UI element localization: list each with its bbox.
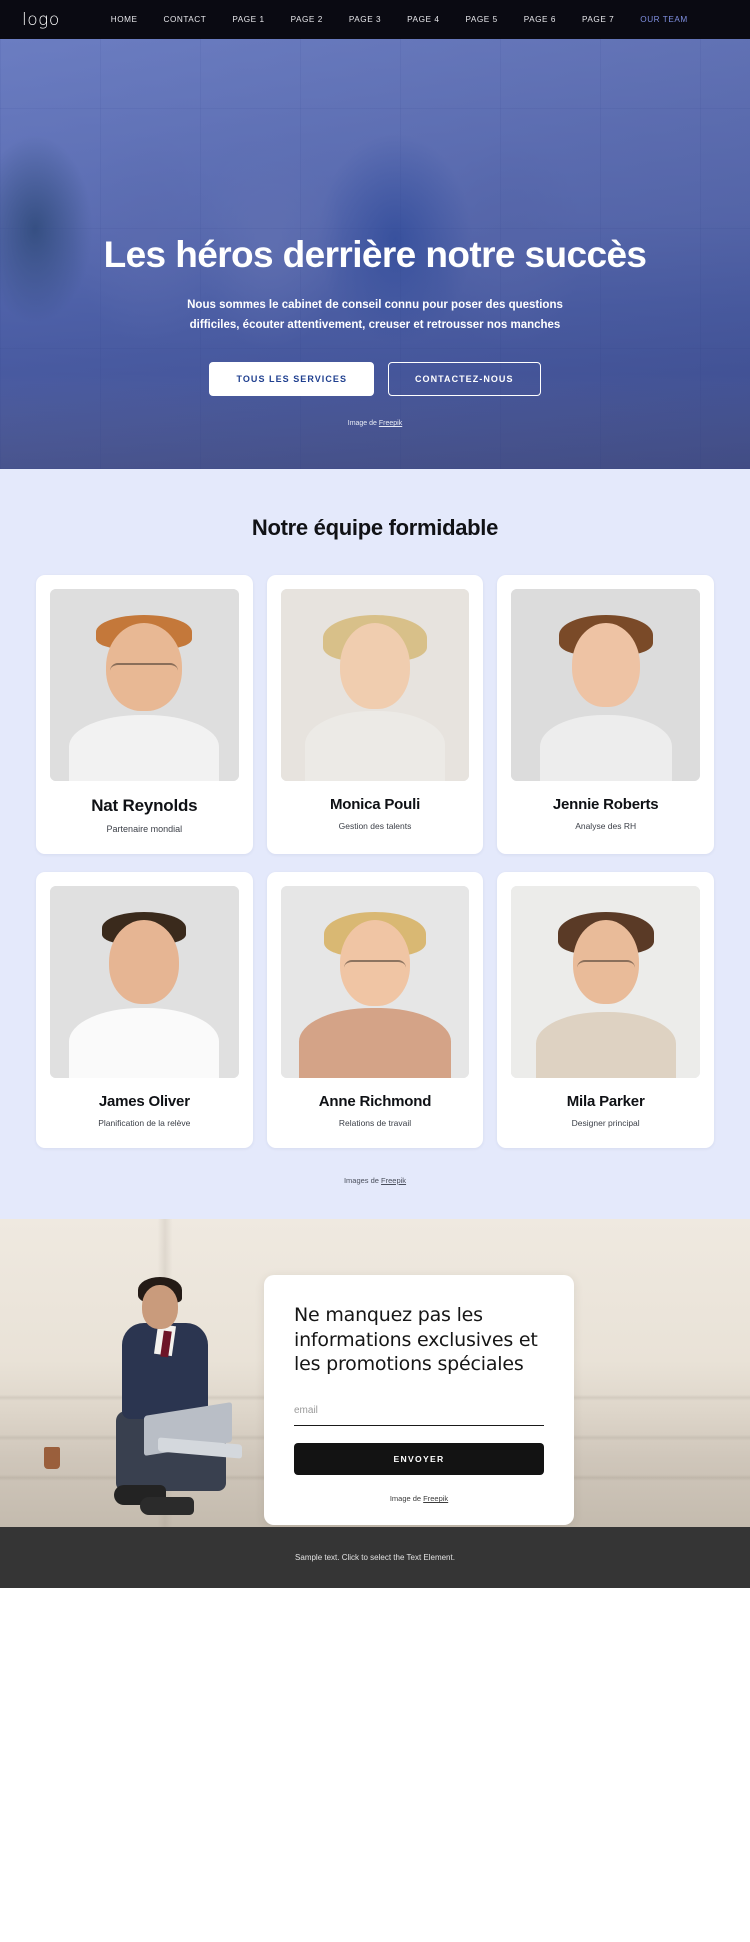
team-member-card[interactable]: Mila Parker Designer principal (497, 872, 714, 1148)
team-member-photo (50, 886, 239, 1078)
team-member-card[interactable]: Jennie Roberts Analyse des RH (497, 575, 714, 854)
team-member-role: Planification de la relève (98, 1118, 191, 1128)
team-member-role: Gestion des talents (338, 821, 412, 831)
team-member-card[interactable]: James Oliver Planification de la relève (36, 872, 253, 1148)
hero-content: Les héros derrière notre succès Nous som… (0, 39, 750, 469)
nav-link-home[interactable]: HOME (98, 15, 151, 24)
contact-us-button[interactable]: CONTACTEZ-NOUS (388, 361, 541, 396)
team-member-card[interactable]: Monica Pouli Gestion des talents (266, 575, 484, 854)
newsletter-credit-link[interactable]: Freepik (423, 1494, 448, 1503)
nav-link-list: HOME CONTACT PAGE 1 PAGE 2 PAGE 3 PAGE 4 PAGE … (98, 15, 701, 24)
email-input[interactable] (294, 1405, 544, 1417)
hero-section: Les héros derrière notre succès Nous som… (0, 39, 750, 469)
person-shoe-right (140, 1497, 194, 1515)
nav-link-page-3[interactable]: PAGE 3 (336, 15, 394, 24)
newsletter-signup-card: Ne manquez pas les informations exclusiv… (264, 1275, 574, 1526)
newsletter-credit-prefix: Image de (389, 1494, 424, 1504)
newsletter-title: Ne manquez pas les informations exclusiv… (294, 1304, 538, 1376)
coffee-cup-icon (44, 1447, 60, 1469)
team-member-photo (50, 589, 239, 781)
hero-subtitle: Nous sommes le cabinet de conseil connu … (187, 299, 563, 332)
newsletter-submit-button[interactable]: ENVOYER (294, 1443, 544, 1476)
team-images-credit: Images de Freepik (0, 1176, 750, 1185)
team-member-name: Nat Reynolds (91, 796, 198, 815)
team-member-name: James Oliver (98, 1093, 190, 1110)
nav-link-page-5[interactable]: PAGE 5 (452, 15, 510, 24)
hero-title: Les héros derrière notre succès (103, 234, 647, 275)
newsletter-image-credit: Image de Freepik (294, 1494, 544, 1503)
site-logo[interactable]: logo (22, 10, 60, 30)
team-member-role: Analyse des RH (575, 821, 637, 831)
team-member-name: Jennie Roberts (552, 796, 659, 813)
team-member-photo (511, 886, 700, 1078)
all-services-button[interactable]: TOUS LES SERVICES (209, 361, 374, 396)
top-navigation-bar: logo HOME CONTACT PAGE 1 PAGE 2 PAGE 3 PAGE 4… (0, 0, 750, 39)
team-credit-link[interactable]: Freepik (381, 1176, 406, 1185)
team-heading: Notre équipe formidable (251, 515, 499, 540)
team-member-card[interactable]: Anne Richmond Relations de travail (266, 872, 484, 1148)
hero-credit-prefix: Image de (347, 419, 379, 427)
team-member-photo (280, 886, 470, 1078)
team-member-name: Monica Pouli (329, 796, 421, 813)
team-member-role: Relations de travail (338, 1118, 412, 1128)
hero-credit-link[interactable]: Freepik (379, 420, 402, 427)
team-member-card[interactable]: Nat Reynolds Partenaire mondial (36, 575, 253, 854)
nav-link-page-7[interactable]: PAGE 7 (569, 15, 627, 24)
nav-link-page-4[interactable]: PAGE 4 (394, 15, 452, 24)
team-member-photo (280, 589, 470, 781)
team-card-grid: Nat Reynolds Partenaire mondial Monica Pou… (18, 575, 732, 1148)
newsletter-person-illustration (44, 1271, 246, 1527)
team-member-name: Mila Parker (566, 1093, 645, 1110)
hero-image-credit: Image de Freepik (348, 420, 402, 427)
person-head (142, 1285, 178, 1329)
footer-sample-text[interactable]: Sample text. Click to select the Text El… (295, 1553, 455, 1562)
team-credit-prefix: Images de (343, 1176, 382, 1185)
nav-link-page-1[interactable]: PAGE 1 (219, 15, 277, 24)
team-member-name: Anne Richmond (318, 1093, 432, 1110)
newsletter-email-field[interactable] (294, 1400, 544, 1427)
newsletter-section: Ne manquez pas les informations exclusiv… (0, 1219, 750, 1527)
page-footer: Sample text. Click to select the Text El… (0, 1527, 750, 1588)
team-section: Notre équipe formidable Nat Reynolds Part… (0, 469, 750, 1219)
team-member-photo (511, 589, 700, 781)
nav-link-our-team[interactable]: OUR TEAM (627, 15, 700, 24)
nav-link-page-2[interactable]: PAGE 2 (278, 15, 336, 24)
hero-button-group: TOUS LES SERVICES CONTACTEZ-NOUS (209, 361, 541, 396)
team-member-role: Designer principal (571, 1118, 640, 1128)
team-member-role: Partenaire mondial (106, 824, 183, 834)
nav-link-page-6[interactable]: PAGE 6 (511, 15, 569, 24)
nav-link-contact[interactable]: CONTACT (151, 15, 220, 24)
